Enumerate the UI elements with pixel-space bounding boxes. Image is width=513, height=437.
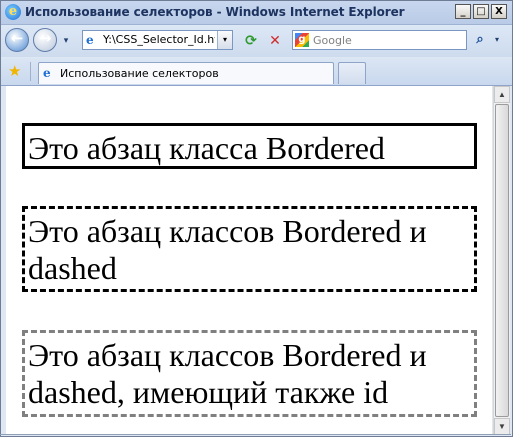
close-button[interactable]: X xyxy=(491,4,507,19)
address-dropdown-icon[interactable]: ▾ xyxy=(217,31,232,49)
minimize-button[interactable]: _ xyxy=(455,4,471,19)
internet-explorer-icon: e xyxy=(5,4,21,20)
address-text[interactable]: Y:\CSS_Selector_Id.ht xyxy=(103,33,215,46)
tab-divider xyxy=(30,62,31,81)
scroll-up-icon[interactable]: ▲ xyxy=(494,86,510,103)
navigation-bar: ← → ▾ e Y:\CSS_Selector_Id.ht ▾ ⟳ ✕ g ⌕ … xyxy=(1,25,512,57)
maximize-button[interactable]: □ xyxy=(473,4,489,19)
bordered-paragraph: Это абзац класса Bordered xyxy=(22,123,477,169)
tab-page-icon: e xyxy=(43,66,51,80)
favorites-star-icon[interactable]: ★ xyxy=(8,63,24,79)
tab-label: Использование селекторов xyxy=(60,67,219,80)
page-icon: e xyxy=(86,33,94,47)
scroll-thumb[interactable] xyxy=(495,104,509,417)
google-icon: g xyxy=(295,33,309,47)
address-bar[interactable]: e Y:\CSS_Selector_Id.ht ▾ xyxy=(82,30,233,50)
search-box[interactable]: g xyxy=(292,30,467,50)
vertical-scrollbar[interactable]: ▲ ▼ xyxy=(493,86,510,435)
window-controls: _ □ X xyxy=(455,4,507,19)
browser-window: e Использование селекторов - Windows Int… xyxy=(0,0,513,437)
tab-active[interactable]: e Использование селекторов xyxy=(38,62,334,84)
recent-pages-dropdown-icon[interactable]: ▾ xyxy=(60,34,72,46)
window-title: Использование селекторов - Windows Inter… xyxy=(25,5,405,19)
search-options-dropdown-icon[interactable]: ▾ xyxy=(491,31,503,49)
scroll-down-icon[interactable]: ▼ xyxy=(494,418,510,435)
bordered-dashed-paragraph: Это абзац классов Bordered и dashed xyxy=(22,206,477,292)
page-content: Это абзац класса Bordered Это абзац клас… xyxy=(6,86,492,435)
back-button[interactable]: ← xyxy=(5,28,29,52)
bordered-dashed-id-paragraph: Это абзац классов Bordered и dashed, име… xyxy=(22,330,477,417)
tab-bar: ★ e Использование селекторов xyxy=(1,58,512,86)
forward-button[interactable]: → xyxy=(33,28,57,52)
refresh-icon[interactable]: ⟳ xyxy=(242,32,260,50)
window-bottom-edge xyxy=(0,434,511,435)
new-tab-button[interactable] xyxy=(338,62,366,84)
search-input[interactable] xyxy=(313,32,463,48)
search-icon[interactable]: ⌕ xyxy=(471,31,489,49)
title-bar[interactable]: e Использование селекторов - Windows Int… xyxy=(1,1,512,25)
stop-icon[interactable]: ✕ xyxy=(266,32,284,50)
